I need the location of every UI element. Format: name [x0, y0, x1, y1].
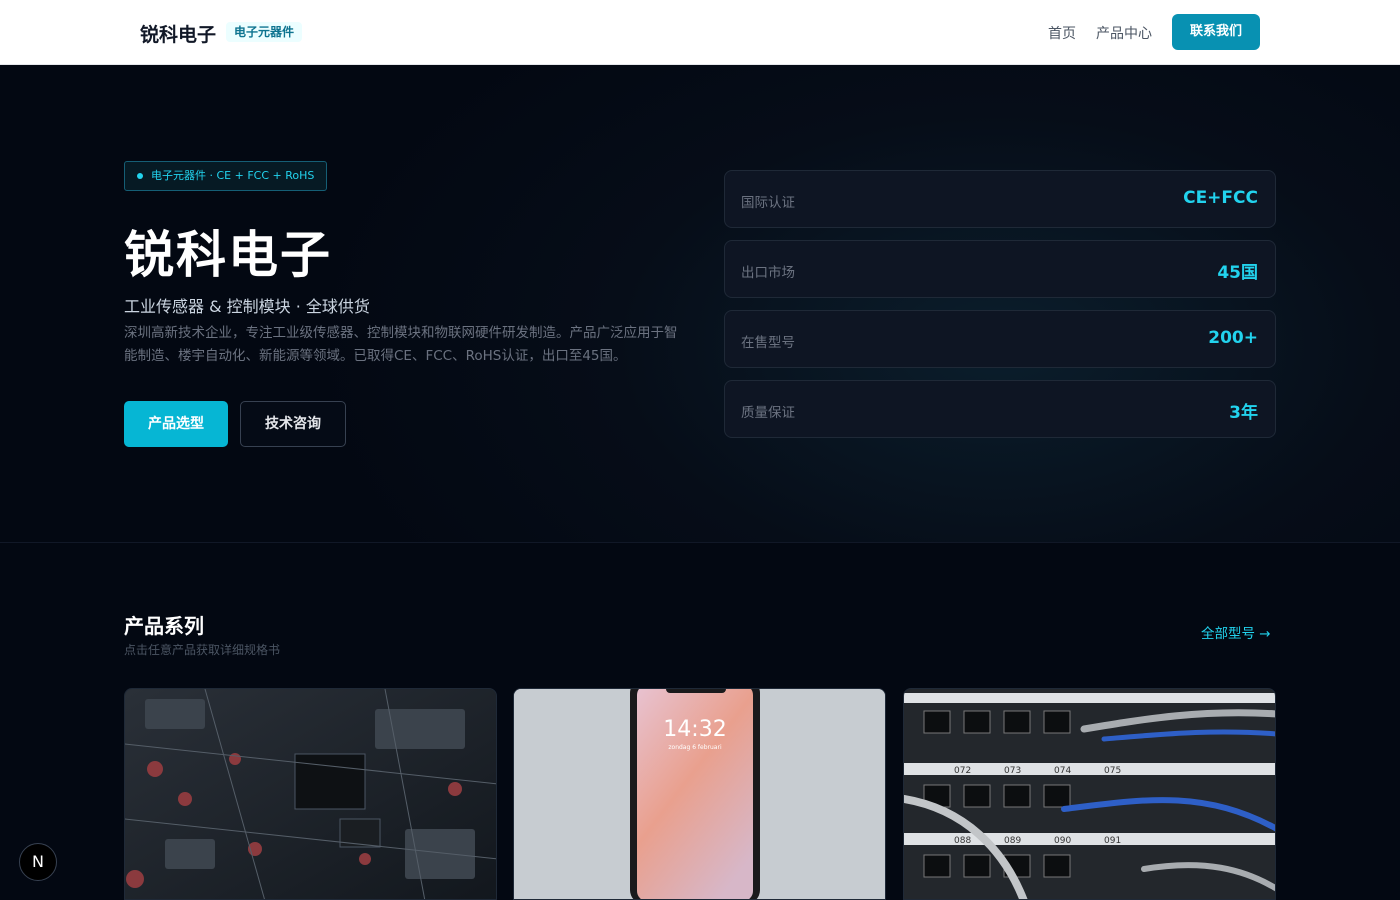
- nav-home-link[interactable]: 首页: [1048, 23, 1076, 43]
- stat-card-export: 出口市场 45国: [724, 240, 1276, 298]
- next-devtools-icon[interactable]: N: [19, 843, 57, 881]
- stat-label: 出口市场: [741, 265, 795, 281]
- product-selection-button[interactable]: 产品选型: [124, 401, 228, 447]
- hero-subtitle: 工业传感器 & 控制模块 · 全球供货: [124, 297, 370, 316]
- port-label: 072: [954, 766, 971, 776]
- port-label: 075: [1104, 766, 1121, 776]
- product-card-circuit-board[interactable]: [124, 688, 497, 900]
- brand-logo[interactable]: 锐科电子: [140, 20, 216, 47]
- port-label: 089: [1004, 836, 1021, 846]
- brand-category-badge: 电子元器件: [226, 22, 303, 42]
- port-label: 090: [1054, 836, 1071, 846]
- tech-consult-button[interactable]: 技术咨询: [240, 401, 346, 447]
- port-label: 088: [954, 836, 971, 846]
- hero-section: 电子元器件 · CE + FCC + RoHS 锐科电子 工业传感器 & 控制模…: [0, 65, 1400, 543]
- certification-tag: 电子元器件 · CE + FCC + RoHS: [124, 161, 328, 191]
- product-card-smartphone[interactable]: 14:32 zondag 6 februari: [513, 688, 886, 900]
- stat-label: 在售型号: [741, 335, 795, 351]
- stat-card-warranty: 质量保证 3年: [724, 380, 1276, 438]
- nav-products-link[interactable]: 产品中心: [1096, 23, 1152, 43]
- stat-value: 200+: [1208, 328, 1258, 348]
- stat-value: 45国: [1217, 263, 1258, 283]
- port-label: 074: [1054, 766, 1071, 776]
- products-section-title: 产品系列: [124, 614, 204, 638]
- stat-label: 质量保证: [741, 405, 795, 421]
- phone-time-text: 14:32: [663, 717, 726, 742]
- stat-card-certification: 国际认证 CE+FCC: [724, 170, 1276, 228]
- stat-value: 3年: [1229, 403, 1258, 423]
- stat-card-models: 在售型号 200+: [724, 310, 1276, 368]
- phone-date-text: zondag 6 februari: [668, 744, 722, 751]
- stat-value: CE+FCC: [1183, 188, 1258, 208]
- stat-label: 国际认证: [741, 195, 795, 211]
- product-card-patch-panel[interactable]: 072 073 074 075 088 089 090 091: [903, 688, 1276, 900]
- site-header: 锐科电子 电子元器件 首页 产品中心 联系我们: [0, 0, 1400, 65]
- hero-description: 深圳高新技术企业，专注工业级传感器、控制模块和物联网硬件研发制造。产品广泛应用于…: [124, 325, 678, 364]
- tag-dot-icon: [137, 173, 143, 179]
- certification-tag-text: 电子元器件 · CE + FCC + RoHS: [151, 169, 315, 182]
- port-label: 091: [1104, 836, 1121, 846]
- hero-title: 锐科电子: [124, 226, 332, 284]
- all-models-link[interactable]: 全部型号 →: [1201, 622, 1271, 642]
- contact-us-button[interactable]: 联系我们: [1172, 14, 1260, 50]
- products-section-subtitle: 点击任意产品获取详细规格书: [124, 643, 281, 657]
- circuit-board-image: [125, 689, 496, 899]
- patch-panel-image: 072 073 074 075 088 089 090 091: [904, 689, 1275, 899]
- smartphone-image: 14:32 zondag 6 februari: [514, 689, 885, 899]
- port-label: 073: [1004, 766, 1021, 776]
